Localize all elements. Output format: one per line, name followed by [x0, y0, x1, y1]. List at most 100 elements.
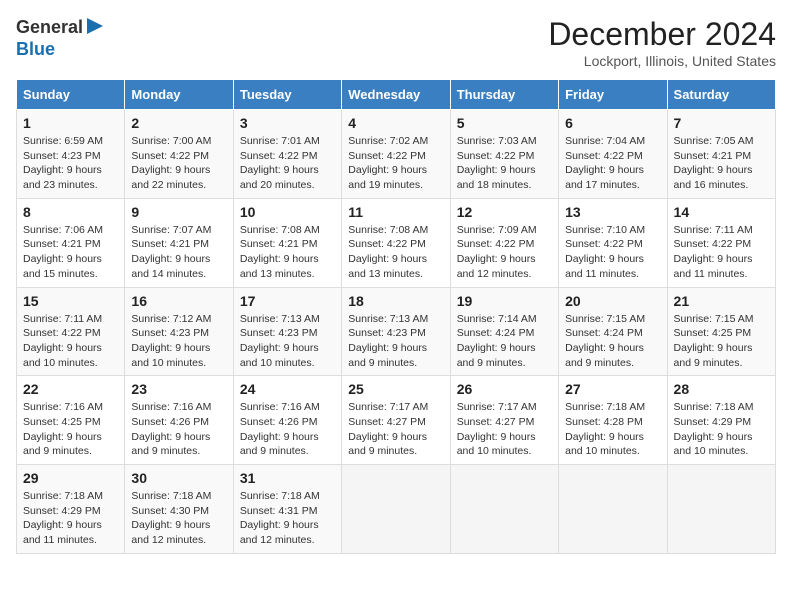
- day-detail: Sunrise: 7:07 AM Sunset: 4:21 PM Dayligh…: [131, 223, 226, 282]
- day-number: 28: [674, 381, 769, 397]
- location: Lockport, Illinois, United States: [548, 53, 776, 69]
- day-number: 12: [457, 204, 552, 220]
- calendar-cell: 10 Sunrise: 7:08 AM Sunset: 4:21 PM Dayl…: [233, 198, 341, 287]
- day-detail: Sunrise: 6:59 AM Sunset: 4:23 PM Dayligh…: [23, 134, 118, 193]
- day-detail: Sunrise: 7:02 AM Sunset: 4:22 PM Dayligh…: [348, 134, 443, 193]
- day-detail: Sunrise: 7:14 AM Sunset: 4:24 PM Dayligh…: [457, 312, 552, 371]
- logo-arrow-icon: [87, 18, 103, 39]
- day-number: 25: [348, 381, 443, 397]
- calendar-cell: 8 Sunrise: 7:06 AM Sunset: 4:21 PM Dayli…: [17, 198, 125, 287]
- calendar-cell: 14 Sunrise: 7:11 AM Sunset: 4:22 PM Dayl…: [667, 198, 775, 287]
- day-number: 6: [565, 115, 660, 131]
- day-number: 24: [240, 381, 335, 397]
- calendar-cell: [450, 465, 558, 554]
- title-section: December 2024 Lockport, Illinois, United…: [548, 16, 776, 69]
- day-detail: Sunrise: 7:17 AM Sunset: 4:27 PM Dayligh…: [348, 400, 443, 459]
- calendar-cell: 19 Sunrise: 7:14 AM Sunset: 4:24 PM Dayl…: [450, 287, 558, 376]
- day-detail: Sunrise: 7:15 AM Sunset: 4:24 PM Dayligh…: [565, 312, 660, 371]
- day-detail: Sunrise: 7:16 AM Sunset: 4:25 PM Dayligh…: [23, 400, 118, 459]
- day-detail: Sunrise: 7:08 AM Sunset: 4:21 PM Dayligh…: [240, 223, 335, 282]
- day-detail: Sunrise: 7:18 AM Sunset: 4:29 PM Dayligh…: [23, 489, 118, 548]
- day-number: 5: [457, 115, 552, 131]
- calendar-week-3: 15 Sunrise: 7:11 AM Sunset: 4:22 PM Dayl…: [17, 287, 776, 376]
- page-header: General Blue December 2024 Lockport, Ill…: [16, 16, 776, 69]
- calendar-cell: 28 Sunrise: 7:18 AM Sunset: 4:29 PM Dayl…: [667, 376, 775, 465]
- day-number: 16: [131, 293, 226, 309]
- day-detail: Sunrise: 7:12 AM Sunset: 4:23 PM Dayligh…: [131, 312, 226, 371]
- day-number: 13: [565, 204, 660, 220]
- weekday-header-thursday: Thursday: [450, 80, 558, 110]
- day-detail: Sunrise: 7:10 AM Sunset: 4:22 PM Dayligh…: [565, 223, 660, 282]
- day-number: 20: [565, 293, 660, 309]
- day-number: 15: [23, 293, 118, 309]
- day-detail: Sunrise: 7:17 AM Sunset: 4:27 PM Dayligh…: [457, 400, 552, 459]
- day-detail: Sunrise: 7:00 AM Sunset: 4:22 PM Dayligh…: [131, 134, 226, 193]
- calendar-cell: [559, 465, 667, 554]
- calendar-cell: 20 Sunrise: 7:15 AM Sunset: 4:24 PM Dayl…: [559, 287, 667, 376]
- calendar-cell: 31 Sunrise: 7:18 AM Sunset: 4:31 PM Dayl…: [233, 465, 341, 554]
- calendar-cell: 23 Sunrise: 7:16 AM Sunset: 4:26 PM Dayl…: [125, 376, 233, 465]
- calendar-cell: 25 Sunrise: 7:17 AM Sunset: 4:27 PM Dayl…: [342, 376, 450, 465]
- day-number: 19: [457, 293, 552, 309]
- day-detail: Sunrise: 7:13 AM Sunset: 4:23 PM Dayligh…: [240, 312, 335, 371]
- day-number: 30: [131, 470, 226, 486]
- calendar-cell: 15 Sunrise: 7:11 AM Sunset: 4:22 PM Dayl…: [17, 287, 125, 376]
- calendar-cell: 22 Sunrise: 7:16 AM Sunset: 4:25 PM Dayl…: [17, 376, 125, 465]
- calendar-cell: [342, 465, 450, 554]
- calendar-cell: 5 Sunrise: 7:03 AM Sunset: 4:22 PM Dayli…: [450, 110, 558, 199]
- day-detail: Sunrise: 7:16 AM Sunset: 4:26 PM Dayligh…: [240, 400, 335, 459]
- day-number: 29: [23, 470, 118, 486]
- weekday-header-saturday: Saturday: [667, 80, 775, 110]
- day-number: 23: [131, 381, 226, 397]
- day-number: 10: [240, 204, 335, 220]
- day-detail: Sunrise: 7:16 AM Sunset: 4:26 PM Dayligh…: [131, 400, 226, 459]
- calendar-week-4: 22 Sunrise: 7:16 AM Sunset: 4:25 PM Dayl…: [17, 376, 776, 465]
- day-number: 22: [23, 381, 118, 397]
- day-detail: Sunrise: 7:11 AM Sunset: 4:22 PM Dayligh…: [674, 223, 769, 282]
- day-number: 1: [23, 115, 118, 131]
- day-number: 11: [348, 204, 443, 220]
- calendar-cell: 27 Sunrise: 7:18 AM Sunset: 4:28 PM Dayl…: [559, 376, 667, 465]
- day-number: 21: [674, 293, 769, 309]
- weekday-header-row: SundayMondayTuesdayWednesdayThursdayFrid…: [17, 80, 776, 110]
- day-number: 7: [674, 115, 769, 131]
- day-detail: Sunrise: 7:04 AM Sunset: 4:22 PM Dayligh…: [565, 134, 660, 193]
- weekday-header-monday: Monday: [125, 80, 233, 110]
- day-detail: Sunrise: 7:18 AM Sunset: 4:31 PM Dayligh…: [240, 489, 335, 548]
- day-detail: Sunrise: 7:06 AM Sunset: 4:21 PM Dayligh…: [23, 223, 118, 282]
- month-title: December 2024: [548, 16, 776, 53]
- calendar-week-2: 8 Sunrise: 7:06 AM Sunset: 4:21 PM Dayli…: [17, 198, 776, 287]
- day-number: 2: [131, 115, 226, 131]
- weekday-header-friday: Friday: [559, 80, 667, 110]
- calendar-cell: 9 Sunrise: 7:07 AM Sunset: 4:21 PM Dayli…: [125, 198, 233, 287]
- day-detail: Sunrise: 7:09 AM Sunset: 4:22 PM Dayligh…: [457, 223, 552, 282]
- weekday-header-wednesday: Wednesday: [342, 80, 450, 110]
- day-number: 14: [674, 204, 769, 220]
- calendar-cell: 29 Sunrise: 7:18 AM Sunset: 4:29 PM Dayl…: [17, 465, 125, 554]
- day-detail: Sunrise: 7:13 AM Sunset: 4:23 PM Dayligh…: [348, 312, 443, 371]
- day-number: 4: [348, 115, 443, 131]
- day-number: 18: [348, 293, 443, 309]
- day-number: 3: [240, 115, 335, 131]
- weekday-header-sunday: Sunday: [17, 80, 125, 110]
- calendar-cell: 1 Sunrise: 6:59 AM Sunset: 4:23 PM Dayli…: [17, 110, 125, 199]
- day-detail: Sunrise: 7:11 AM Sunset: 4:22 PM Dayligh…: [23, 312, 118, 371]
- calendar-week-5: 29 Sunrise: 7:18 AM Sunset: 4:29 PM Dayl…: [17, 465, 776, 554]
- calendar-cell: 30 Sunrise: 7:18 AM Sunset: 4:30 PM Dayl…: [125, 465, 233, 554]
- calendar-cell: 6 Sunrise: 7:04 AM Sunset: 4:22 PM Dayli…: [559, 110, 667, 199]
- calendar-cell: 4 Sunrise: 7:02 AM Sunset: 4:22 PM Dayli…: [342, 110, 450, 199]
- day-detail: Sunrise: 7:03 AM Sunset: 4:22 PM Dayligh…: [457, 134, 552, 193]
- day-number: 26: [457, 381, 552, 397]
- logo-general: General: [16, 17, 83, 38]
- calendar-cell: 17 Sunrise: 7:13 AM Sunset: 4:23 PM Dayl…: [233, 287, 341, 376]
- calendar-cell: 7 Sunrise: 7:05 AM Sunset: 4:21 PM Dayli…: [667, 110, 775, 199]
- calendar-cell: 12 Sunrise: 7:09 AM Sunset: 4:22 PM Dayl…: [450, 198, 558, 287]
- calendar-cell: 18 Sunrise: 7:13 AM Sunset: 4:23 PM Dayl…: [342, 287, 450, 376]
- day-number: 17: [240, 293, 335, 309]
- day-number: 9: [131, 204, 226, 220]
- day-detail: Sunrise: 7:18 AM Sunset: 4:28 PM Dayligh…: [565, 400, 660, 459]
- calendar-cell: 16 Sunrise: 7:12 AM Sunset: 4:23 PM Dayl…: [125, 287, 233, 376]
- calendar-cell: 11 Sunrise: 7:08 AM Sunset: 4:22 PM Dayl…: [342, 198, 450, 287]
- calendar-cell: 3 Sunrise: 7:01 AM Sunset: 4:22 PM Dayli…: [233, 110, 341, 199]
- calendar-cell: 2 Sunrise: 7:00 AM Sunset: 4:22 PM Dayli…: [125, 110, 233, 199]
